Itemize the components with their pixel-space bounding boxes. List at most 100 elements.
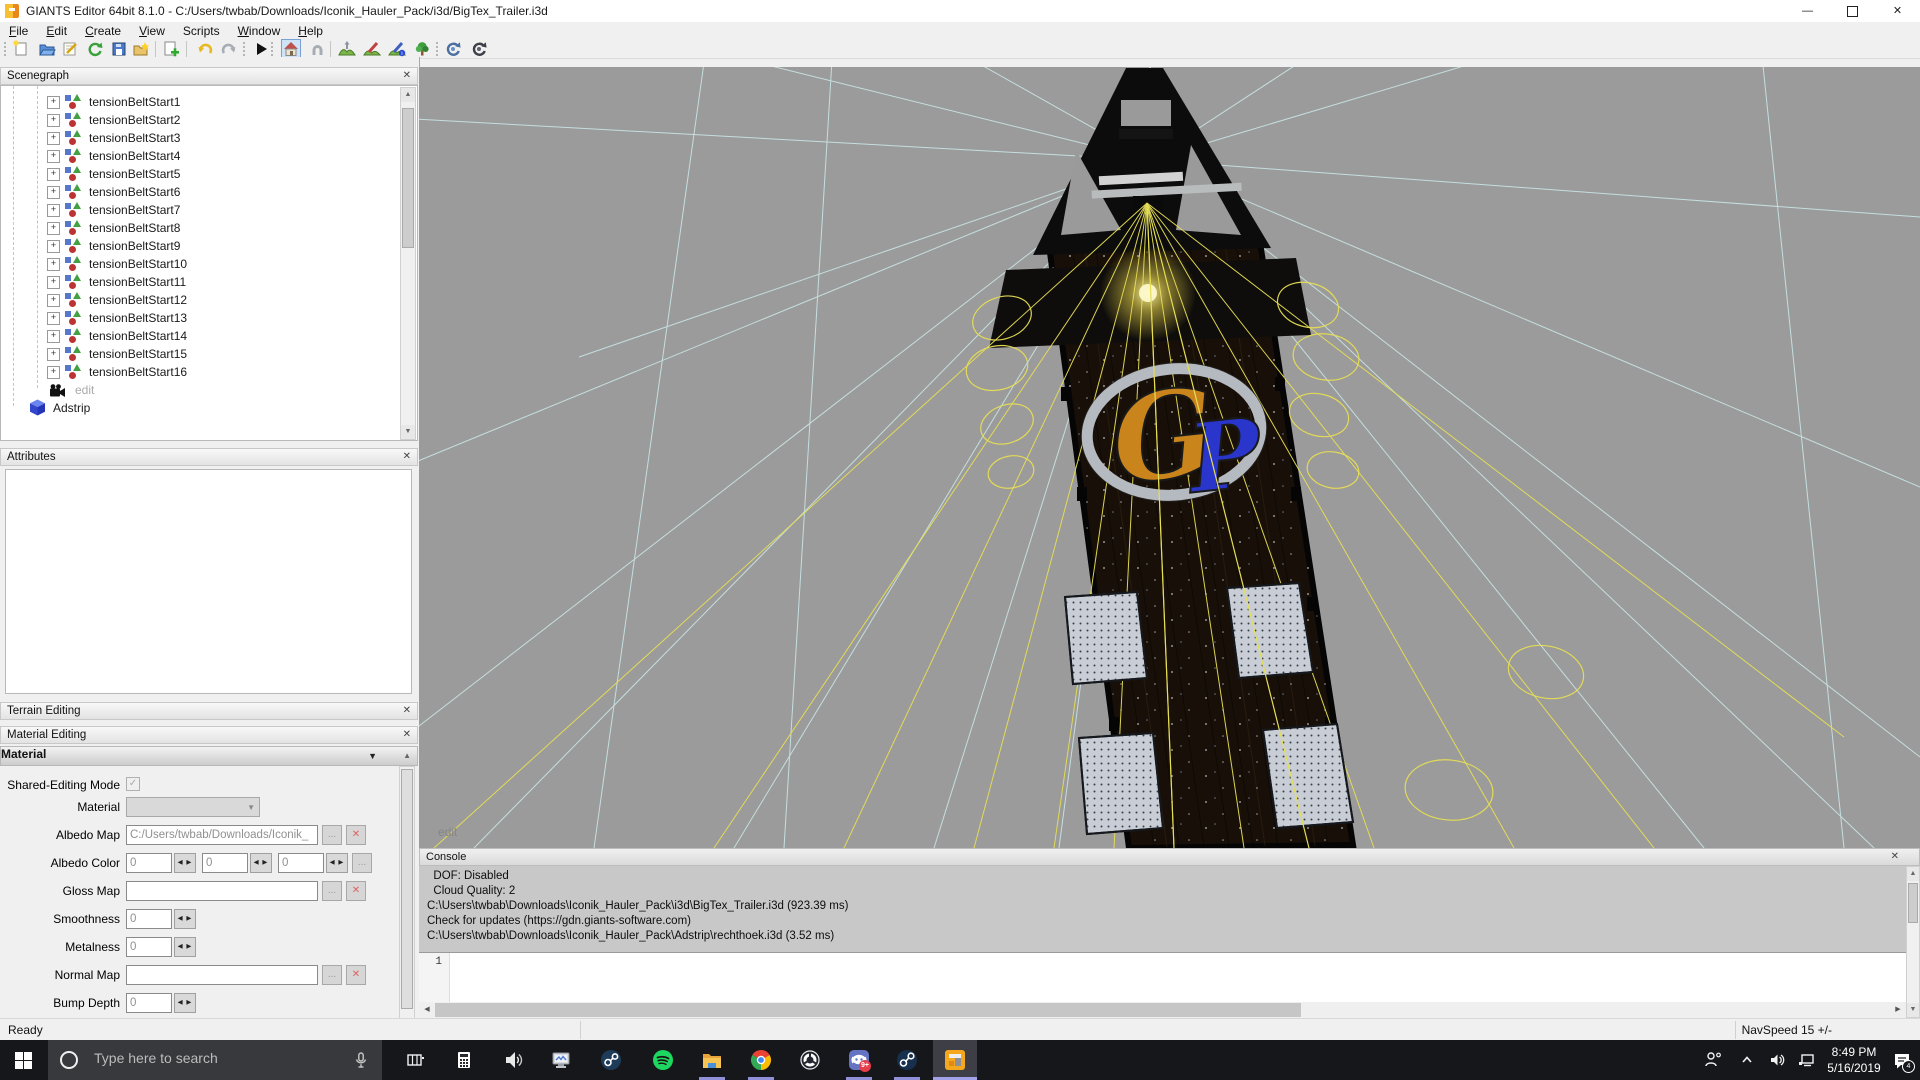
search-input[interactable] (92, 1049, 326, 1067)
menu-file[interactable]: File (0, 22, 37, 40)
clear-map-button[interactable]: ✕ (346, 881, 366, 901)
task-view-icon[interactable] (403, 1048, 427, 1072)
menu-view[interactable]: View (130, 22, 174, 40)
expand-icon[interactable]: + (47, 366, 60, 379)
taskbar-search[interactable] (48, 1040, 382, 1080)
steam-icon[interactable] (895, 1048, 919, 1072)
scroll-thumb[interactable] (1908, 883, 1918, 923)
tree-node-tensionbeltstart12[interactable]: + tensionBeltStart12 (1, 291, 417, 309)
av-monitor-app-icon[interactable] (550, 1048, 574, 1072)
expand-icon[interactable]: + (47, 240, 60, 253)
console-vertical-scrollbar[interactable]: ▲ ▼ (1906, 866, 1920, 1018)
tree-node-tensionbeltstart6[interactable]: + tensionBeltStart6 (1, 183, 417, 201)
chevron-up-icon[interactable] (1736, 1049, 1758, 1071)
metalness-input[interactable] (126, 937, 172, 957)
scroll-left-icon[interactable]: ◀ (420, 1003, 434, 1017)
undo-icon[interactable] (196, 40, 214, 58)
scenegraph-scrollbar[interactable]: ▲ ▼ (400, 87, 416, 440)
tree-node-edit-camera[interactable]: edit (1, 381, 417, 399)
browse-button[interactable]: ... (322, 825, 342, 845)
albedo-b-input[interactable] (278, 853, 324, 873)
menu-scripts[interactable]: Scripts (174, 22, 229, 40)
minimize-button[interactable]: — (1785, 0, 1830, 22)
close-icon[interactable]: ✕ (403, 705, 411, 716)
material-dropdown[interactable]: ▼ (126, 797, 260, 817)
expand-icon[interactable]: + (47, 312, 60, 325)
network-tray-icon[interactable] (1796, 1049, 1818, 1071)
tree-node-tensionbeltstart4[interactable]: + tensionBeltStart4 (1, 147, 417, 165)
material-section-bar[interactable]: Material ▼ ▲ (0, 746, 418, 766)
scroll-up-icon[interactable]: ▲ (1907, 867, 1919, 881)
console-header[interactable]: Console ✕ (419, 848, 1920, 866)
scroll-down-icon[interactable]: ▼ (1907, 1003, 1919, 1017)
menu-create[interactable]: Create (76, 22, 130, 40)
albedo-map-input[interactable] (126, 825, 318, 845)
new-file-icon[interactable] (12, 40, 30, 58)
spinner-control[interactable]: ◀ ▶ (174, 853, 196, 873)
terrain-editing-header[interactable]: Terrain Editing ✕ (0, 702, 418, 720)
tree-node-tensionbeltstart14[interactable]: + tensionBeltStart14 (1, 327, 417, 345)
expand-icon[interactable]: + (47, 96, 60, 109)
scroll-thumb[interactable] (401, 769, 413, 1009)
reload-scripts-icon[interactable] (444, 40, 462, 58)
steam-chat-icon[interactable] (599, 1048, 623, 1072)
expand-icon[interactable]: + (47, 276, 60, 289)
horizontal-scrollbar[interactable]: ◀ ▶ (419, 1002, 1906, 1018)
spinner-control[interactable]: ◀ ▶ (326, 853, 348, 873)
close-icon[interactable]: ✕ (403, 729, 411, 740)
expand-icon[interactable]: + (47, 114, 60, 127)
menu-window[interactable]: Window (229, 22, 290, 40)
tree-node-tensionbeltstart15[interactable]: + tensionBeltStart15 (1, 345, 417, 363)
scenegraph-tree[interactable]: + tensionBeltStart1 + tensionBeltStart2 … (0, 85, 418, 441)
tree-node-adstrip[interactable]: Adstrip (1, 399, 417, 417)
giants-editor-taskbar-icon[interactable] (943, 1048, 967, 1072)
spinner-control[interactable]: ◀ ▶ (174, 937, 196, 957)
spinner-control[interactable]: ◀ ▶ (250, 853, 272, 873)
discord-icon[interactable]: 9+ (847, 1048, 871, 1072)
bump-depth-input[interactable] (126, 993, 172, 1013)
expand-icon[interactable]: + (47, 132, 60, 145)
gloss-map-input[interactable] (126, 881, 318, 901)
material-editing-header[interactable]: Material Editing ✕ (0, 726, 418, 744)
microphone-icon[interactable] (348, 1048, 372, 1072)
spotify-icon[interactable] (651, 1048, 675, 1072)
tree-node-tensionbeltstart8[interactable]: + tensionBeltStart8 (1, 219, 417, 237)
redo-icon[interactable] (220, 40, 238, 58)
obs-studio-icon[interactable] (798, 1048, 822, 1072)
export-icon[interactable] (132, 40, 150, 58)
edit-notes-icon[interactable] (62, 40, 80, 58)
tree-node-tensionbeltstart2[interactable]: + tensionBeltStart2 (1, 111, 417, 129)
close-icon[interactable]: ✕ (403, 451, 411, 462)
browse-button[interactable]: ... (322, 965, 342, 985)
color-picker-button[interactable]: ... (352, 853, 372, 873)
scenegraph-header[interactable]: Scenegraph ✕ (0, 67, 418, 85)
close-button[interactable]: ✕ (1875, 0, 1920, 22)
expand-icon[interactable]: + (47, 348, 60, 361)
expand-icon[interactable]: + (47, 294, 60, 307)
tree-node-tensionbeltstart1[interactable]: + tensionBeltStart1 (1, 93, 417, 111)
clear-map-button[interactable]: ✕ (346, 825, 366, 845)
expand-icon[interactable]: + (47, 204, 60, 217)
scroll-thumb[interactable] (435, 1003, 1301, 1017)
expand-icon[interactable]: + (47, 186, 60, 199)
foliage-tree-icon[interactable] (413, 40, 431, 58)
browse-button[interactable]: ... (322, 881, 342, 901)
tree-node-tensionbeltstart11[interactable]: + tensionBeltStart11 (1, 273, 417, 291)
calculator-icon[interactable] (452, 1048, 476, 1072)
spinner-control[interactable]: ◀ ▶ (174, 909, 196, 929)
expand-icon[interactable]: + (47, 258, 60, 271)
scroll-down-icon[interactable]: ▼ (401, 425, 415, 439)
normal-map-input[interactable] (126, 965, 318, 985)
script-editor[interactable]: 1 (419, 952, 1906, 1003)
tree-node-tensionbeltstart3[interactable]: + tensionBeltStart3 (1, 129, 417, 147)
action-center-icon[interactable]: 4 (1890, 1049, 1914, 1073)
viewport-3d[interactable]: G P edit (419, 67, 1920, 848)
tree-node-tensionbeltstart16[interactable]: + tensionBeltStart16 (1, 363, 417, 381)
console-log[interactable]: DOF: Disabled Cloud Quality: 2 C:\Users\… (419, 866, 1906, 952)
collapse-up-icon[interactable]: ▲ (403, 751, 411, 760)
clear-map-button[interactable]: ✕ (346, 965, 366, 985)
attributes-header[interactable]: Attributes ✕ (0, 448, 418, 466)
scroll-thumb[interactable] (402, 108, 414, 248)
frame-home-icon[interactable] (282, 40, 300, 58)
shared-editing-checkbox[interactable]: ✓ (126, 777, 140, 791)
